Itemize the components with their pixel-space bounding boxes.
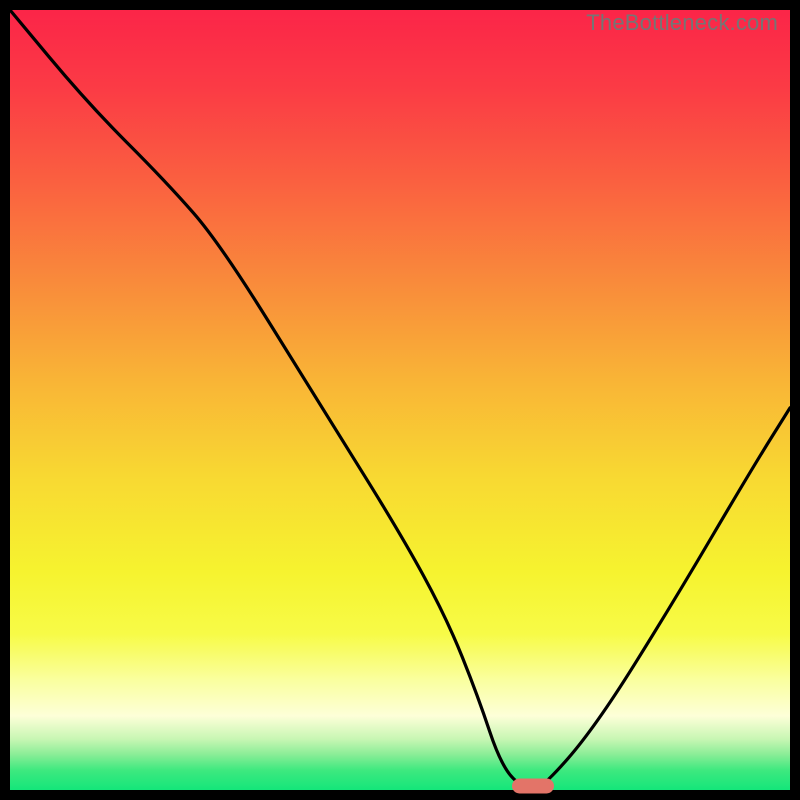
bottleneck-curve [10,10,790,790]
optimal-marker [512,779,554,794]
plot-area: TheBottleneck.com [10,10,790,790]
chart-frame: TheBottleneck.com [0,0,800,800]
watermark-text: TheBottleneck.com [586,10,778,36]
